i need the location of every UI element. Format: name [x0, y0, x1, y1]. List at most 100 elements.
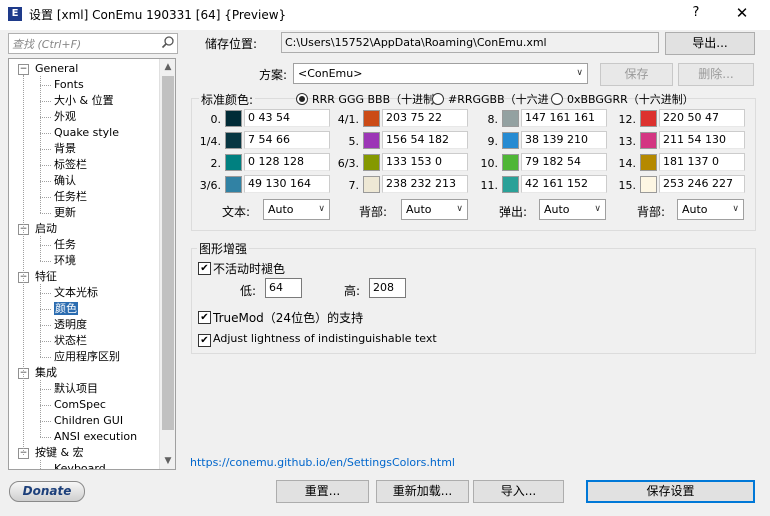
color-swatch[interactable] [363, 110, 380, 127]
tree-item[interactable]: Fonts [54, 78, 84, 92]
color-swatch[interactable] [363, 176, 380, 193]
color-selector-dropdown[interactable]: Auto ∨ [677, 199, 744, 220]
color-value-field[interactable]: 238 232 213 [382, 175, 468, 193]
tree-scrollbar[interactable]: ▲ ▼ [159, 59, 175, 469]
color-swatch[interactable] [225, 154, 242, 171]
color-value-field[interactable]: 0 43 54 [244, 109, 330, 127]
tree-item[interactable]: Children GUI [54, 414, 123, 428]
format-radio-label[interactable]: RRR GGG BBB（十进制 [312, 91, 434, 107]
color-swatch[interactable] [502, 176, 519, 193]
color-value-field[interactable]: 38 139 210 [521, 131, 607, 149]
color-swatch[interactable] [640, 132, 657, 149]
tree-item[interactable]: 特征 [35, 270, 57, 284]
tree-item[interactable]: 外观 [54, 110, 76, 124]
color-value-field[interactable]: 253 246 227 [659, 175, 745, 193]
tree-item[interactable]: 标签栏 [54, 158, 87, 172]
color-value-field[interactable]: 147 161 161 [521, 109, 607, 127]
color-swatch[interactable] [502, 132, 519, 149]
color-swatch[interactable] [502, 110, 519, 127]
color-swatch[interactable] [640, 154, 657, 171]
color-value-field[interactable]: 181 137 0 [659, 153, 745, 171]
color-selector-dropdown[interactable]: Auto ∨ [539, 199, 606, 220]
color-selector-dropdown[interactable]: Auto ∨ [263, 199, 330, 220]
storage-path-field[interactable]: C:\Users\15752\AppData\Roaming\ConEmu.xm… [281, 32, 659, 53]
scheme-delete-button[interactable]: 删除... [678, 63, 754, 86]
tree-item[interactable]: 大小 & 位置 [54, 94, 114, 108]
tree-item[interactable]: ComSpec [54, 398, 106, 412]
adjust-lightness-checkbox[interactable]: ✔ [198, 334, 211, 347]
adjust-lightness-label[interactable]: Adjust lightness of indistinguishable te… [213, 332, 437, 345]
tree-item[interactable]: Keyboard [54, 462, 106, 469]
tree-item[interactable]: 启动 [35, 222, 57, 236]
color-value-field[interactable]: 203 75 22 [382, 109, 468, 127]
tree-item[interactable]: 应用程序区别 [54, 350, 120, 364]
tree-connector [40, 284, 41, 357]
color-value-field[interactable]: 49 130 164 [244, 175, 330, 193]
search-icon[interactable] [161, 35, 175, 49]
color-value-field[interactable]: 0 128 128 [244, 153, 330, 171]
color-value-field[interactable]: 79 182 54 [521, 153, 607, 171]
tree-item[interactable]: 透明度 [54, 318, 87, 332]
color-swatch[interactable] [502, 154, 519, 171]
color-swatch[interactable] [640, 176, 657, 193]
format-radio[interactable] [551, 93, 563, 105]
low-value-field[interactable]: 64 [265, 278, 302, 298]
format-radio[interactable] [296, 93, 308, 105]
tree-toggle-icon[interactable]: − [18, 64, 29, 75]
tree-connector [40, 133, 51, 134]
fade-inactive-label[interactable]: 不活动时褪色 [213, 260, 285, 277]
truemod-checkbox[interactable]: ✔ [198, 311, 211, 324]
scroll-down-arrow-icon[interactable]: ▼ [160, 453, 175, 469]
scroll-thumb[interactable] [162, 76, 174, 430]
tree-item[interactable]: 确认 [54, 174, 76, 188]
tree-item[interactable]: 更新 [54, 206, 76, 220]
tree-item[interactable]: 默认项目 [54, 382, 98, 396]
tree-item[interactable]: 环境 [54, 254, 76, 268]
format-radio-label[interactable]: #RRGGBB（十六进 [448, 91, 549, 107]
tree-item[interactable]: 按键 & 宏 [35, 446, 84, 460]
conemu-app-icon[interactable]: E [8, 7, 22, 21]
tree-item[interactable]: 颜色 [54, 302, 78, 316]
tree-item[interactable]: ANSI execution [54, 430, 137, 444]
settings-help-link[interactable]: https://conemu.github.io/en/SettingsColo… [190, 456, 455, 469]
fade-inactive-checkbox[interactable]: ✔ [198, 262, 211, 275]
color-value-field[interactable]: 220 50 47 [659, 109, 745, 127]
scheme-save-button[interactable]: 保存 [600, 63, 673, 86]
color-value-field[interactable]: 211 54 130 [659, 131, 745, 149]
color-value-field[interactable]: 156 54 182 [382, 131, 468, 149]
tree-item[interactable]: 背景 [54, 142, 76, 156]
search-input[interactable]: 查找 (Ctrl+F) [8, 33, 178, 54]
color-value-field[interactable]: 7 54 66 [244, 131, 330, 149]
color-swatch[interactable] [640, 110, 657, 127]
color-value-field[interactable]: 42 161 152 [521, 175, 607, 193]
tree-item[interactable]: 任务 [54, 238, 76, 252]
close-button[interactable]: ✕ [733, 4, 751, 24]
color-swatch[interactable] [225, 176, 242, 193]
settings-tree[interactable]: − General Fonts 大小 & 位置 外观 Quake style 背景标签栏确认… [8, 58, 176, 470]
export-button[interactable]: 导出... [665, 32, 755, 55]
tree-item[interactable]: General [35, 62, 78, 76]
color-swatch[interactable] [225, 132, 242, 149]
help-button[interactable]: ? [688, 5, 704, 23]
tree-item[interactable]: 任务栏 [54, 190, 87, 204]
tree-item[interactable]: 状态栏 [54, 334, 87, 348]
reset-button[interactable]: 重置... [276, 480, 369, 503]
tree-item[interactable]: Quake style [54, 126, 119, 140]
scheme-select[interactable]: <ConEmu> ∨ [293, 63, 588, 84]
import-button[interactable]: 导入... [473, 480, 564, 503]
color-swatch[interactable] [225, 110, 242, 127]
tree-item[interactable]: 集成 [35, 366, 57, 380]
reload-button[interactable]: 重新加载... [376, 480, 469, 503]
high-value-field[interactable]: 208 [369, 278, 406, 298]
color-swatch[interactable] [363, 154, 380, 171]
format-radio[interactable] [432, 93, 444, 105]
tree-item[interactable]: 文本光标 [54, 286, 98, 300]
scroll-up-arrow-icon[interactable]: ▲ [160, 59, 175, 75]
format-radio-label[interactable]: 0xBBGGRR（十六进制） [567, 91, 694, 107]
save-settings-button[interactable]: 保存设置 [586, 480, 755, 503]
color-value-field[interactable]: 133 153 0 [382, 153, 468, 171]
truemod-label[interactable]: TrueMod（24位色）的支持 [213, 309, 363, 326]
color-selector-dropdown[interactable]: Auto ∨ [401, 199, 468, 220]
donate-button[interactable]: Donate [9, 481, 85, 502]
color-swatch[interactable] [363, 132, 380, 149]
